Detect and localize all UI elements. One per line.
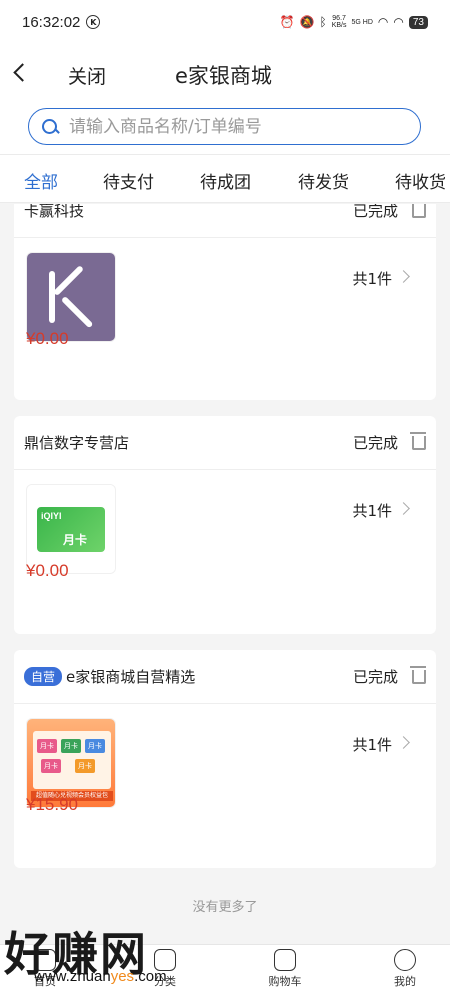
order-price: ¥0.00 xyxy=(26,329,69,348)
item-count[interactable]: 共1件 xyxy=(352,734,392,755)
nav-label: 我的 xyxy=(394,975,416,988)
tab-all[interactable]: 全部 xyxy=(24,168,58,193)
battery-indicator: 73 xyxy=(408,15,428,29)
product-image: 月卡 月卡 月卡 月卡 月卡 超值随心兑视频会员权益包 xyxy=(27,719,115,807)
product-image: iQIYI 月卡 xyxy=(27,485,115,573)
order-card-header: 卡赢科技 已完成 xyxy=(14,204,436,238)
search-icon xyxy=(41,118,59,136)
chevron-right-icon[interactable] xyxy=(397,502,410,515)
watermark: 好赚网 www.zhuanyes.com xyxy=(4,918,167,985)
page-header: 关闭 e家银商城 xyxy=(0,44,450,104)
nav-profile[interactable]: 我的 xyxy=(370,949,440,989)
chevron-right-icon[interactable] xyxy=(397,270,410,283)
alarm-icon: ⏰ xyxy=(279,15,295,29)
order-status: 已完成 xyxy=(352,204,398,220)
status-icons: ⏰ 🔕 ᛒ 96.7 KB/s 5G HD ◠ ◠ 73 xyxy=(280,15,428,29)
status-bar: 16:32:02 K ⏰ 🔕 ᛒ 96.7 KB/s 5G HD ◠ ◠ 73 xyxy=(0,0,450,44)
order-card[interactable]: 鼎信数字专营店 已完成 iQIYI 月卡 共1件 ¥0.00 xyxy=(14,416,436,634)
status-time: 16:32:02 xyxy=(22,13,81,31)
k-stroke xyxy=(60,295,94,329)
no-more-text: 没有更多了 xyxy=(192,900,258,915)
tab-pending-payment[interactable]: 待支付 xyxy=(103,168,154,193)
item-count[interactable]: 共1件 xyxy=(352,268,392,289)
search-input[interactable] xyxy=(69,116,389,137)
order-card-header: 鼎信数字专营店 已完成 xyxy=(14,416,436,470)
k-stroke xyxy=(49,271,55,323)
page-title: e家银商城 xyxy=(175,64,272,88)
net-type: 5G HD xyxy=(351,18,373,26)
back-arrow-icon[interactable] xyxy=(8,58,34,88)
close-button[interactable]: 关闭 xyxy=(68,62,106,89)
order-card[interactable]: 卡赢科技 已完成 共1件 ¥0.00 xyxy=(14,204,436,400)
shop-name[interactable]: 卡赢科技 xyxy=(24,204,84,221)
trash-icon[interactable] xyxy=(410,204,428,220)
wifi-icon-2: ◠ xyxy=(393,15,404,29)
mute-icon: 🔕 xyxy=(299,15,315,29)
product-image xyxy=(27,253,115,341)
profile-icon xyxy=(394,949,416,971)
trash-icon[interactable] xyxy=(410,664,428,686)
order-card-header: 自营 e家银商城自营精选 已完成 xyxy=(14,650,436,704)
bluetooth-icon: ᛒ xyxy=(319,15,327,29)
order-price: ¥15.90 xyxy=(26,795,78,814)
card-tile: 月卡 xyxy=(75,759,95,773)
month-card-text: 月卡 xyxy=(63,533,88,547)
order-status: 已完成 xyxy=(352,668,398,686)
cart-icon xyxy=(274,949,296,971)
shop-name[interactable]: 鼎信数字专营店 xyxy=(24,432,129,453)
wifi-icon: ◠ xyxy=(377,15,389,29)
tab-pending-receipt[interactable]: 待收货 xyxy=(395,168,446,193)
order-price: ¥0.00 xyxy=(26,561,69,580)
shop-name[interactable]: 自营 e家银商城自营精选 xyxy=(24,666,195,687)
order-card[interactable]: 自营 e家银商城自营精选 已完成 月卡 月卡 月卡 月卡 月卡 超值随心兑视频会… xyxy=(14,650,436,868)
nav-cart[interactable]: 购物车 xyxy=(250,949,320,989)
watermark-url: www.zhuanyes.com xyxy=(34,968,167,985)
search-box[interactable] xyxy=(28,108,421,145)
tab-pending-group[interactable]: 待成团 xyxy=(200,168,251,193)
trash-icon[interactable] xyxy=(410,430,428,452)
card-tile: 月卡 xyxy=(85,739,105,753)
chevron-right-icon[interactable] xyxy=(397,736,410,749)
card-tile: 月卡 xyxy=(41,759,61,773)
search-bar xyxy=(0,104,450,154)
self-operated-badge: 自营 xyxy=(24,667,63,686)
card-tile: 月卡 xyxy=(37,739,57,753)
order-tabs: 全部 待支付 待成团 待发货 待收货 xyxy=(0,154,450,203)
net-speed: 96.7 KB/s xyxy=(331,15,347,29)
k-stroke xyxy=(52,265,84,297)
card-tile: 月卡 xyxy=(61,739,81,753)
item-count[interactable]: 共1件 xyxy=(352,500,392,521)
iqiyi-logo-text: iQIYI xyxy=(41,511,62,521)
nav-label: 购物车 xyxy=(268,975,302,988)
k-badge-icon: K xyxy=(86,15,101,29)
tab-pending-shipment[interactable]: 待发货 xyxy=(298,168,349,193)
order-status: 已完成 xyxy=(352,434,398,452)
order-list[interactable]: 卡赢科技 已完成 共1件 ¥0.00 鼎信数字专营店 已完成 iQIYI 月卡 xyxy=(0,204,450,944)
